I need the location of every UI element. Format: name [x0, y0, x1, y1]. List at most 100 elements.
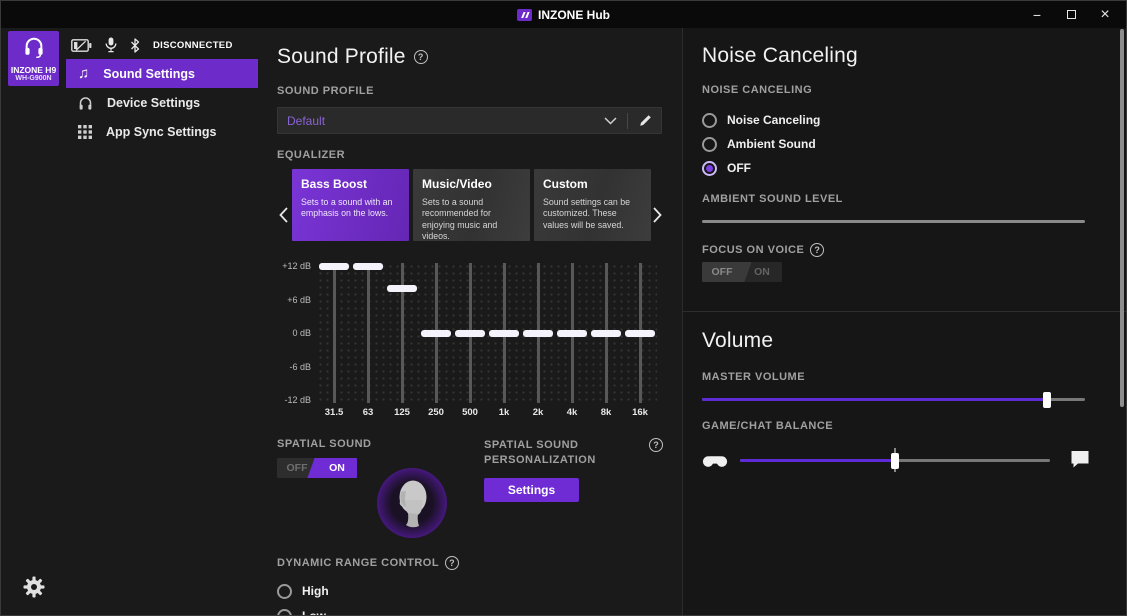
sidebar-nav: ♫ Sound Settings Device Settings App Syn…: [66, 59, 258, 146]
sidebar-item-device-settings[interactable]: Device Settings: [66, 88, 258, 117]
maximize-icon: [1066, 10, 1076, 19]
eq-xlabel: 4k: [566, 407, 578, 418]
eq-ylabel: +6 dB: [287, 294, 311, 305]
eq-band-1k[interactable]: [487, 263, 521, 403]
spatial-sound-personalization-label: SPATIAL SOUND PERSONALIZATION: [484, 439, 596, 466]
eq-band-63[interactable]: [351, 262, 385, 403]
eq-ylabel: -6 dB: [289, 361, 311, 372]
title-group: INZONE Hub: [517, 8, 610, 22]
radio-selected-icon: [702, 160, 717, 176]
eq-handle[interactable]: [591, 329, 621, 337]
eq-handle[interactable]: [319, 262, 349, 270]
eq-handle[interactable]: [523, 329, 553, 337]
eq-band-500[interactable]: [453, 263, 487, 403]
eq-xlabel: 125: [394, 407, 410, 418]
focus-on-voice-help-icon[interactable]: ?: [810, 243, 825, 257]
sound-profile-label: SOUND PROFILE: [277, 85, 374, 97]
nc-option-off[interactable]: OFF: [702, 160, 751, 176]
eq-band-125[interactable]: [385, 263, 419, 403]
edit-pencil-icon[interactable]: [638, 114, 652, 128]
chevron-left-icon: [278, 207, 288, 223]
chevron-right-icon: [652, 207, 662, 223]
microphone-icon: [105, 37, 117, 53]
game-chat-balance-row: [702, 446, 1092, 474]
equalizer-plot: [317, 262, 657, 403]
grid-icon: [78, 124, 92, 139]
focus-on-voice-toggle[interactable]: OFF ON: [702, 262, 782, 282]
focus-on-voice-label: FOCUS ON VOICE ?: [702, 243, 825, 257]
inzone-logo-icon: [517, 8, 532, 21]
drc-option-low[interactable]: Low: [277, 608, 326, 615]
spatial-sound-label: SPATIAL SOUND: [277, 438, 372, 450]
eq-xlabel: 2k: [532, 407, 544, 418]
dynamic-range-help-icon[interactable]: ?: [445, 556, 460, 570]
master-volume-thumb[interactable]: [1042, 391, 1051, 408]
game-chat-balance-slider[interactable]: [740, 452, 1050, 469]
eq-band-16k[interactable]: [623, 263, 657, 403]
eq-track: [332, 263, 336, 403]
master-volume-label: MASTER VOLUME: [702, 371, 806, 383]
sidebar-item-sound-settings[interactable]: ♫ Sound Settings: [66, 59, 258, 88]
eq-band-2k[interactable]: [521, 263, 555, 403]
eq-xlabel: 16k: [632, 407, 648, 418]
eq-handle[interactable]: [625, 329, 655, 337]
device-tile[interactable]: INZONE H9 WH-G900N: [8, 31, 59, 86]
eq-band-4k[interactable]: [555, 263, 589, 403]
equalizer-next-arrow[interactable]: [649, 195, 665, 235]
bluetooth-status: DISCONNECTED: [153, 39, 233, 51]
scrollbar[interactable]: [1120, 29, 1124, 407]
sidebar-item-app-sync-settings[interactable]: App Sync Settings: [66, 117, 258, 146]
sound-profile-dropdown[interactable]: Default: [277, 107, 662, 134]
balance-thumb[interactable]: [891, 452, 899, 469]
eq-ylabel: 0 dB: [292, 328, 311, 338]
eq-xlabel: 250: [428, 407, 444, 418]
eq-handle[interactable]: [489, 329, 519, 337]
equalizer-label: EQUALIZER: [277, 149, 346, 161]
sound-profile-help-icon[interactable]: ?: [413, 50, 428, 64]
equalizer-xlabels: 31.5 63 125 250 500 1k 2k 4k 8k 16k: [317, 407, 657, 418]
device-name: INZONE H9: [10, 65, 57, 75]
ambient-sound-level-label: AMBIENT SOUND LEVEL: [702, 193, 843, 205]
eq-band-8k[interactable]: [589, 263, 623, 403]
personalization-help-icon[interactable]: ?: [649, 438, 663, 452]
equalizer-ylabels: +12 dB +6 dB 0 dB -6 dB -12 dB: [277, 261, 317, 405]
equalizer-prev-arrow[interactable]: [275, 195, 291, 235]
chevron-down-icon: [604, 116, 617, 125]
page-title: Sound Profile: [277, 45, 406, 68]
nc-option-noise-canceling[interactable]: Noise Canceling: [702, 112, 820, 128]
eq-band-31.5[interactable]: [317, 262, 351, 403]
preset-card-bass-boost[interactable]: Bass Boost Sets to a sound with an empha…: [292, 169, 409, 241]
eq-band-250[interactable]: [419, 263, 453, 403]
eq-handle[interactable]: [387, 284, 417, 292]
equalizer-chart: +12 dB +6 dB 0 dB -6 dB -12 dB: [277, 261, 657, 405]
app-title: INZONE Hub: [538, 7, 610, 22]
minimize-button[interactable]: −: [1020, 1, 1054, 28]
spatial-sound-toggle[interactable]: OFF ON: [277, 458, 357, 478]
gear-icon: [23, 576, 45, 598]
maximize-button[interactable]: [1054, 1, 1088, 28]
eq-track: [366, 263, 370, 403]
app-settings-gear-button[interactable]: [22, 575, 46, 599]
game-chat-balance-label: GAME/CHAT BALANCE: [702, 420, 834, 432]
eq-xlabel: 63: [362, 407, 374, 418]
eq-handle[interactable]: [421, 329, 451, 337]
preset-card-music-video[interactable]: Music/Video Sets to a sound recommended …: [413, 169, 530, 241]
eq-handle[interactable]: [455, 329, 485, 337]
close-button[interactable]: ×: [1088, 1, 1122, 28]
personalization-settings-button[interactable]: Settings: [484, 478, 579, 502]
music-note-icon: ♫: [78, 65, 90, 82]
drc-option-high[interactable]: High: [277, 583, 329, 599]
balance-fill: [740, 459, 895, 462]
game-controller-icon: [702, 456, 728, 467]
preset-card-custom[interactable]: Custom Sound settings can be customized.…: [534, 169, 651, 241]
eq-xlabel: 1k: [498, 407, 510, 418]
master-volume-slider[interactable]: [702, 391, 1085, 408]
ambient-sound-level-slider[interactable]: [702, 220, 1085, 223]
eq-xlabel: 8k: [600, 407, 612, 418]
dynamic-range-control-label: DYNAMIC RANGE CONTROL ?: [277, 556, 460, 570]
sound-settings-panel: Sound Profile ? SOUND PROFILE Default EQ…: [258, 28, 682, 615]
noise-canceling-group-label: NOISE CANCELING: [702, 84, 813, 96]
nc-option-ambient-sound[interactable]: Ambient Sound: [702, 136, 816, 152]
eq-handle[interactable]: [353, 262, 383, 270]
eq-handle[interactable]: [557, 329, 587, 337]
